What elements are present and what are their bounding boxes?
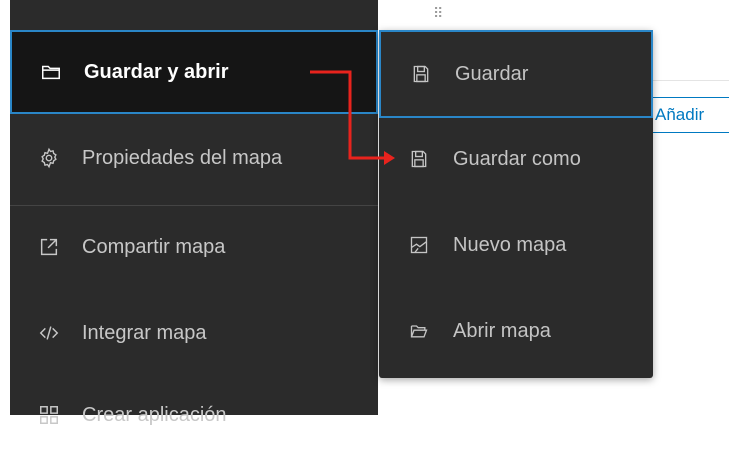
add-button[interactable]: Añadir: [652, 97, 729, 133]
menu-item-map-properties[interactable]: Propiedades del mapa: [10, 115, 378, 201]
menu-item-embed-map[interactable]: Integrar mapa: [10, 290, 378, 376]
menu-item-label: Guardar y abrir: [84, 60, 229, 83]
menu-item-label: Integrar mapa: [82, 321, 207, 344]
background-divider: [652, 80, 729, 81]
submenu-item-label: Guardar como: [453, 147, 581, 170]
screenshot-frame: ⠿ Añadir Guardar y abrir Propiedades del…: [0, 0, 729, 426]
gear-icon: [36, 145, 62, 171]
save-open-submenu: Guardar Guardar como Nuevo mapa Abrir ma…: [379, 30, 653, 378]
submenu-item-label: Abrir mapa: [453, 319, 551, 342]
menu-item-create-app[interactable]: Crear aplicación: [10, 372, 378, 458]
menu-item-label: Crear aplicación: [82, 403, 227, 426]
share-icon: [36, 234, 62, 260]
submenu-item-save[interactable]: Guardar: [379, 30, 653, 118]
menu-item-label: Propiedades del mapa: [82, 146, 283, 169]
open-folder-icon: [407, 319, 431, 343]
submenu-item-save-as[interactable]: Guardar como: [379, 116, 653, 202]
folder-icon: [38, 59, 64, 85]
submenu-item-new-map[interactable]: Nuevo mapa: [379, 202, 653, 288]
apps-icon: [36, 402, 62, 428]
menu-item-label: Compartir mapa: [82, 235, 226, 258]
code-icon: [36, 320, 62, 346]
main-menu-panel: Guardar y abrir Propiedades del mapa Com…: [10, 0, 378, 426]
save-as-icon: [407, 147, 431, 171]
menu-item-save-and-open[interactable]: Guardar y abrir: [10, 30, 378, 114]
submenu-item-open-map[interactable]: Abrir mapa: [379, 288, 653, 374]
drag-handle-icon[interactable]: ⠿: [433, 6, 445, 20]
new-map-icon: [407, 233, 431, 257]
submenu-item-label: Nuevo mapa: [453, 233, 567, 256]
save-icon: [409, 62, 433, 86]
menu-item-share-map[interactable]: Compartir mapa: [10, 204, 378, 290]
menu-top-strip: [10, 0, 378, 30]
submenu-item-label: Guardar: [455, 62, 529, 85]
